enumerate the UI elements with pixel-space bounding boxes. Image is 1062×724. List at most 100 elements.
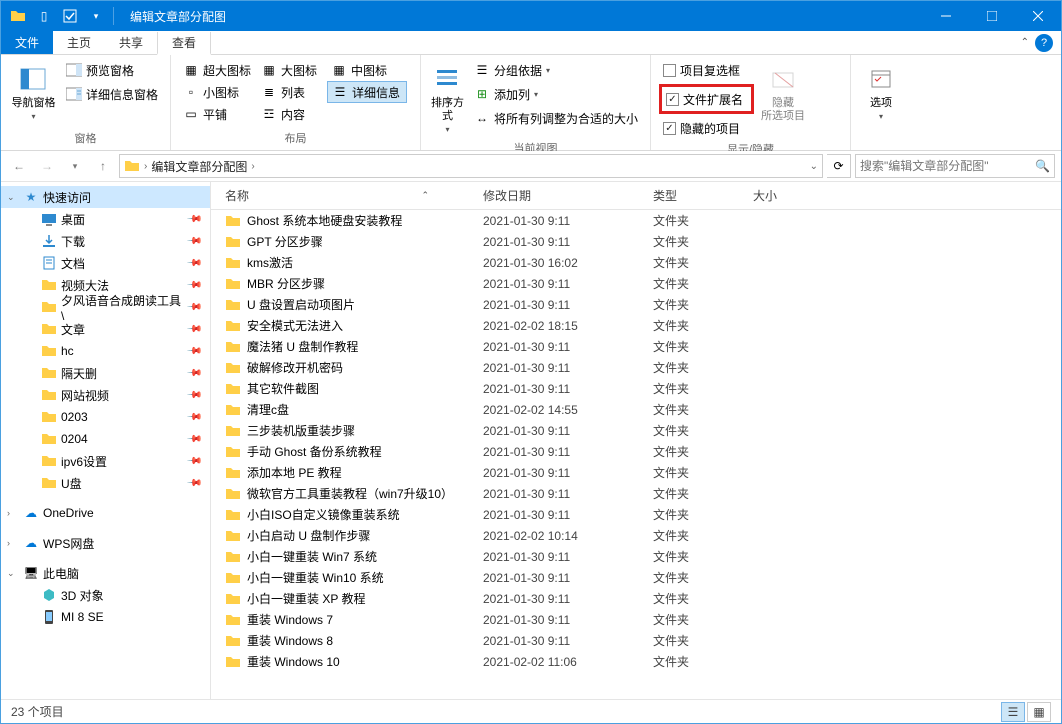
- docs-icon: [41, 255, 57, 271]
- tab-file[interactable]: 文件: [1, 31, 53, 54]
- up-button[interactable]: ↑: [91, 154, 115, 178]
- file-row[interactable]: 小白一键重装 Win7 系统2021-01-30 9:11文件夹: [211, 546, 1061, 567]
- file-row[interactable]: 安全模式无法进入2021-02-02 18:15文件夹: [211, 315, 1061, 336]
- file-row[interactable]: 三步装机版重装步骤2021-01-30 9:11文件夹: [211, 420, 1061, 441]
- file-row[interactable]: 微软官方工具重装教程（win7升级10）2021-01-30 9:11文件夹: [211, 483, 1061, 504]
- file-row[interactable]: U 盘设置启动项图片2021-01-30 9:11文件夹: [211, 294, 1061, 315]
- qat-checkbox-icon[interactable]: [59, 5, 81, 27]
- qat-properties-icon[interactable]: ▯: [33, 5, 55, 27]
- file-extensions-toggle[interactable]: 文件扩展名: [662, 88, 747, 110]
- file-row[interactable]: 破解修改开机密码2021-01-30 9:11文件夹: [211, 357, 1061, 378]
- file-row[interactable]: 小白启动 U 盘制作步骤2021-02-02 10:14文件夹: [211, 525, 1061, 546]
- layout-lg[interactable]: ▦大图标: [257, 59, 327, 81]
- item-checkboxes-toggle[interactable]: 项目复选框: [659, 59, 754, 81]
- back-button[interactable]: ←: [7, 154, 31, 178]
- hidden-items-toggle[interactable]: 隐藏的项目: [659, 117, 754, 139]
- layout-content[interactable]: ☲内容: [257, 103, 327, 125]
- file-rows[interactable]: Ghost 系统本地硬盘安装教程2021-01-30 9:11文件夹GPT 分区…: [211, 210, 1061, 699]
- file-row[interactable]: 重装 Windows 72021-01-30 9:11文件夹: [211, 609, 1061, 630]
- layout-list[interactable]: ≣列表: [257, 81, 327, 103]
- folder-icon: [225, 297, 241, 313]
- nav-wps[interactable]: › ☁ WPS网盘: [1, 532, 210, 554]
- breadcrumb-box[interactable]: › 编辑文章部分配图 › ⌄: [119, 154, 823, 178]
- folder-icon: [225, 654, 241, 670]
- file-row[interactable]: 清理c盘2021-02-02 14:55文件夹: [211, 399, 1061, 420]
- layout-xl[interactable]: ▦超大图标: [179, 59, 257, 81]
- nav-item[interactable]: 文章📌: [1, 318, 210, 340]
- file-row[interactable]: GPT 分区步骤2021-01-30 9:11文件夹: [211, 231, 1061, 252]
- group-by-button[interactable]: ☰分组依据 ▾: [470, 59, 642, 81]
- tab-home[interactable]: 主页: [53, 31, 105, 54]
- file-row[interactable]: MBR 分区步骤2021-01-30 9:11文件夹: [211, 273, 1061, 294]
- nav-pane-button[interactable]: 导航窗格 ▾: [9, 59, 58, 125]
- nav-item[interactable]: U盘📌: [1, 472, 210, 494]
- folder-icon: [225, 255, 241, 271]
- search-box[interactable]: 🔍: [855, 154, 1055, 178]
- sort-asc-icon: ⌃: [421, 190, 429, 201]
- navigation-pane[interactable]: ⌄ ★ 快速访问 桌面📌下载📌文档📌视频大法📌夕风语音合成朗读工具\📌文章📌hc…: [1, 182, 211, 699]
- search-icon[interactable]: 🔍: [1035, 159, 1050, 173]
- file-row[interactable]: 重装 Windows 102021-02-02 11:06文件夹: [211, 651, 1061, 672]
- address-dropdown-icon[interactable]: ⌄: [810, 161, 818, 172]
- nav-quick-access[interactable]: ⌄ ★ 快速访问: [1, 186, 210, 208]
- file-row[interactable]: kms激活2021-01-30 16:02文件夹: [211, 252, 1061, 273]
- pin-icon: 📌: [185, 409, 202, 426]
- folder-icon: [41, 431, 57, 447]
- options-button[interactable]: 选项 ▾: [859, 59, 903, 125]
- layout-sm[interactable]: ▫小图标: [179, 81, 257, 103]
- breadcrumb[interactable]: 编辑文章部分配图: [151, 158, 247, 175]
- nav-onedrive[interactable]: › ☁ OneDrive: [1, 502, 210, 524]
- sort-button[interactable]: 排序方式 ▾: [429, 59, 466, 138]
- close-button[interactable]: [1015, 1, 1061, 31]
- file-row[interactable]: 魔法猪 U 盘制作教程2021-01-30 9:11文件夹: [211, 336, 1061, 357]
- file-row[interactable]: 小白ISO自定义镜像重装系统2021-01-30 9:11文件夹: [211, 504, 1061, 525]
- view-details-button[interactable]: ☰: [1001, 702, 1025, 722]
- search-input[interactable]: [860, 159, 1035, 173]
- nav-item[interactable]: 0203📌: [1, 406, 210, 428]
- ribbon-collapse-icon[interactable]: ⌃: [1021, 37, 1029, 48]
- nav-item[interactable]: 0204📌: [1, 428, 210, 450]
- window-title: 编辑文章部分配图: [130, 8, 226, 25]
- minimize-button[interactable]: [923, 1, 969, 31]
- refresh-button[interactable]: ⟳: [827, 154, 851, 178]
- add-columns-button[interactable]: ⊞添加列 ▾: [470, 83, 642, 105]
- nav-item[interactable]: ipv6设置📌: [1, 450, 210, 472]
- nav-item[interactable]: 下载📌: [1, 230, 210, 252]
- nav-item[interactable]: 桌面📌: [1, 208, 210, 230]
- tab-share[interactable]: 共享: [105, 31, 157, 54]
- explorer-window: ▯ ▾ 编辑文章部分配图 文件 主页 共享 查看 ⌃ ?: [0, 0, 1062, 724]
- fit-columns-button[interactable]: ↔将所有列调整为合适的大小: [470, 107, 642, 129]
- help-icon[interactable]: ?: [1035, 34, 1053, 52]
- maximize-button[interactable]: [969, 1, 1015, 31]
- nav-this-pc[interactable]: ⌄ 🖥 此电脑: [1, 562, 210, 584]
- layout-details[interactable]: ☰详细信息: [327, 81, 407, 103]
- nav-item[interactable]: 网站视频📌: [1, 384, 210, 406]
- view-icons-button[interactable]: ▦: [1027, 702, 1051, 722]
- nav-item[interactable]: 隔天删📌: [1, 362, 210, 384]
- folder-icon: [225, 591, 241, 607]
- file-row[interactable]: 小白一键重装 XP 教程2021-01-30 9:11文件夹: [211, 588, 1061, 609]
- file-row[interactable]: 手动 Ghost 备份系统教程2021-01-30 9:11文件夹: [211, 441, 1061, 462]
- file-row[interactable]: 添加本地 PE 教程2021-01-30 9:11文件夹: [211, 462, 1061, 483]
- file-row[interactable]: Ghost 系统本地硬盘安装教程2021-01-30 9:11文件夹: [211, 210, 1061, 231]
- qat-dropdown-icon[interactable]: ▾: [85, 5, 107, 27]
- pin-icon: 📌: [185, 475, 202, 492]
- file-row[interactable]: 小白一键重装 Win10 系统2021-01-30 9:11文件夹: [211, 567, 1061, 588]
- recent-locations-icon[interactable]: ▾: [63, 154, 87, 178]
- column-headers[interactable]: 名称⌃ 修改日期 类型 大小: [211, 182, 1061, 210]
- layout-tiles[interactable]: ▭平铺: [179, 103, 257, 125]
- nav-item[interactable]: MI 8 SE: [1, 606, 210, 628]
- 3d-icon: [41, 587, 57, 603]
- tab-view[interactable]: 查看: [157, 32, 211, 55]
- folder-icon: [225, 318, 241, 334]
- nav-item[interactable]: hc📌: [1, 340, 210, 362]
- file-row[interactable]: 重装 Windows 82021-01-30 9:11文件夹: [211, 630, 1061, 651]
- forward-button[interactable]: →: [35, 154, 59, 178]
- layout-md[interactable]: ▦中图标: [327, 59, 397, 81]
- nav-item[interactable]: 3D 对象: [1, 584, 210, 606]
- nav-item[interactable]: 夕风语音合成朗读工具\📌: [1, 296, 210, 318]
- details-pane-button[interactable]: 详细信息窗格: [62, 83, 162, 105]
- preview-pane-button[interactable]: 预览窗格: [62, 59, 162, 81]
- nav-item[interactable]: 文档📌: [1, 252, 210, 274]
- file-row[interactable]: 其它软件截图2021-01-30 9:11文件夹: [211, 378, 1061, 399]
